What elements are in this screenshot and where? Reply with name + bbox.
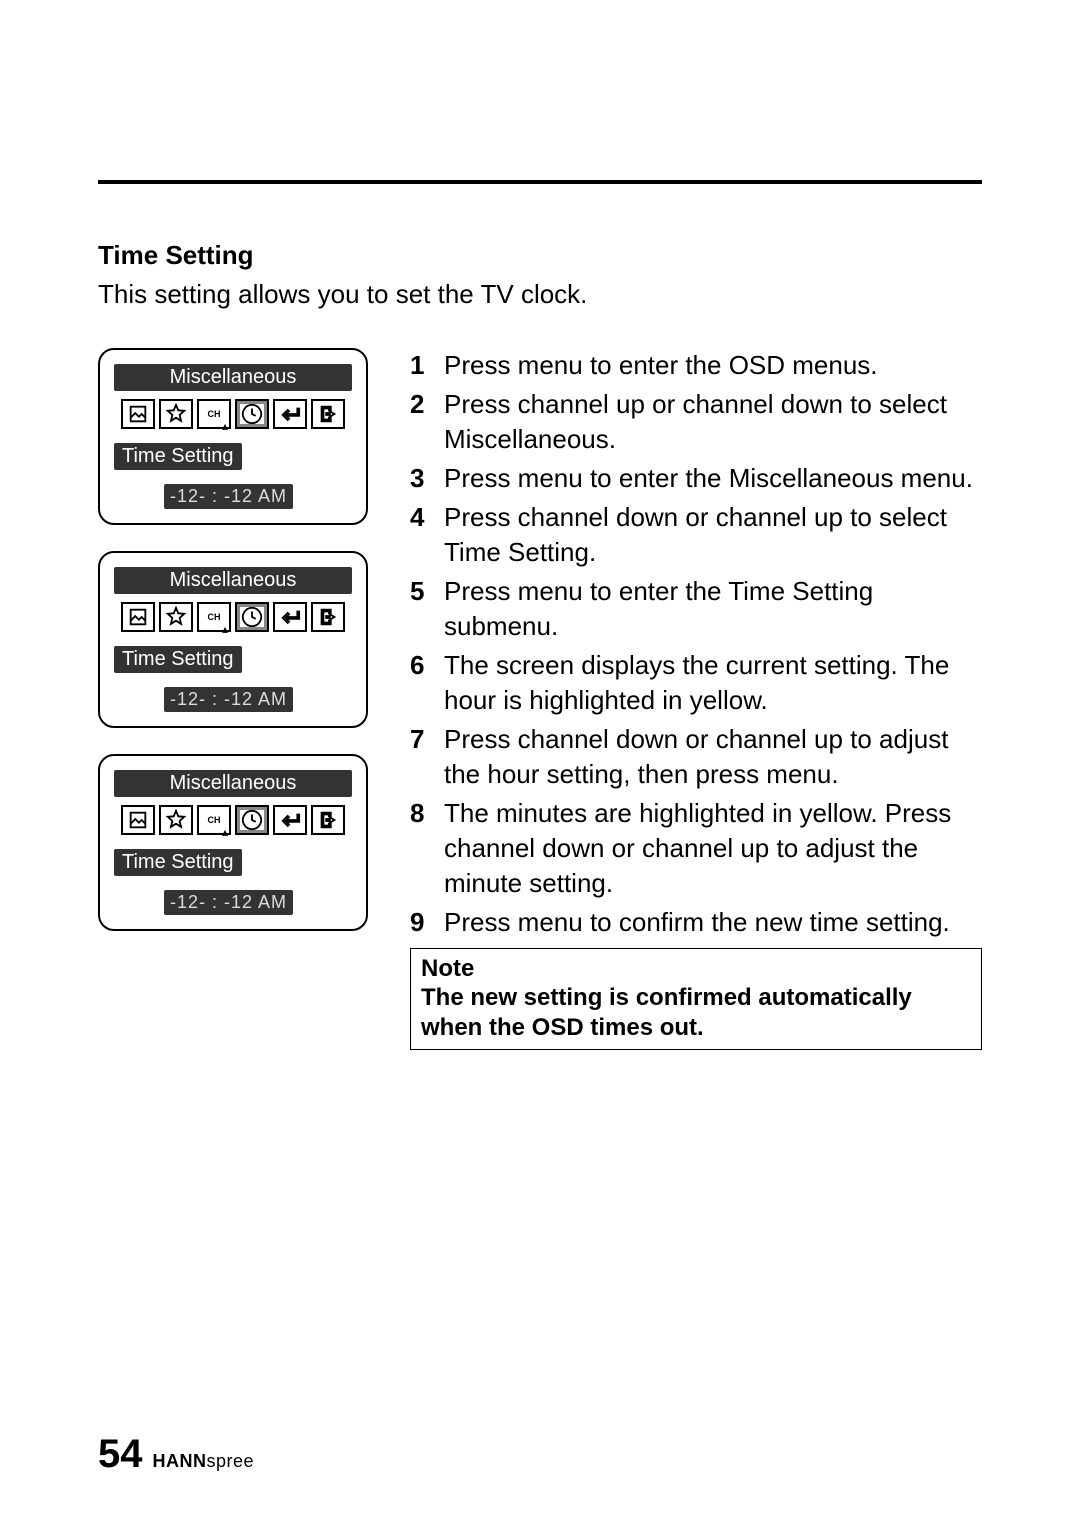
step-text: The screen displays the current setting.… (444, 648, 982, 718)
step-number: 4 (410, 500, 444, 570)
step-text: Press menu to enter the OSD menus. (444, 348, 982, 383)
caret-icon: ▴ (222, 419, 228, 433)
step-text: Press channel up or channel down to sele… (444, 387, 982, 457)
step-item: 2Press channel up or channel down to sel… (410, 387, 982, 457)
caret-icon: ▴ (222, 622, 228, 636)
step-text: Press menu to enter the Time Setting sub… (444, 574, 982, 644)
brand-bold: HANN (153, 1451, 207, 1471)
osd-title: Miscellaneous (114, 364, 352, 391)
note-text: The new setting is confirmed automatical… (421, 983, 971, 1043)
step-item: 6The screen displays the current setting… (410, 648, 982, 718)
step-number: 2 (410, 387, 444, 457)
page-number: 54 (98, 1432, 143, 1477)
step-item: 9Press menu to confirm the new time sett… (410, 905, 982, 940)
osd-item[interactable]: Time Setting (114, 849, 242, 876)
page-content: Time Setting This setting allows you to … (98, 240, 982, 1050)
step-item: 1Press menu to enter the OSD menus. (410, 348, 982, 383)
osd-tabs: CH (114, 805, 352, 835)
footer: 54 HANNspree (98, 1432, 254, 1477)
osd-item[interactable]: Time Setting (114, 443, 242, 470)
star-icon[interactable] (159, 399, 193, 429)
header-rule (98, 180, 982, 184)
osd-tabs: CH (114, 399, 352, 429)
step-number: 8 (410, 796, 444, 901)
clock-icon[interactable] (235, 399, 269, 429)
note-box: Note The new setting is confirmed automa… (410, 948, 982, 1050)
osd-item-wrap: ▴Time Setting (114, 835, 352, 876)
osd-panels: MiscellaneousCH▴Time Setting-12- : -12 A… (98, 348, 368, 931)
osd-item-wrap: ▴Time Setting (114, 632, 352, 673)
step-item: 7Press channel down or channel up to adj… (410, 722, 982, 792)
osd-tabs: CH (114, 602, 352, 632)
step-text: Press menu to enter the Miscellaneous me… (444, 461, 982, 496)
steps-list: 1Press menu to enter the OSD menus.2Pres… (410, 348, 982, 940)
step-text: Press channel down or channel up to adju… (444, 722, 982, 792)
note-label: Note (421, 955, 971, 983)
osd-title: Miscellaneous (114, 567, 352, 594)
step-item: 4Press channel down or channel up to sel… (410, 500, 982, 570)
picture-icon[interactable] (121, 805, 155, 835)
step-text: Press channel down or channel up to sele… (444, 500, 982, 570)
osd-value[interactable]: -12- : -12 AM (164, 484, 293, 509)
picture-icon[interactable] (121, 399, 155, 429)
instructions: 1Press menu to enter the OSD menus.2Pres… (410, 348, 982, 1050)
osd-panel: MiscellaneousCH▴Time Setting-12- : -12 A… (98, 754, 368, 931)
step-number: 6 (410, 648, 444, 718)
osd-panel: MiscellaneousCH▴Time Setting-12- : -12 A… (98, 348, 368, 525)
step-text: The minutes are highlighted in yellow. P… (444, 796, 982, 901)
osd-item[interactable]: Time Setting (114, 646, 242, 673)
clock-icon[interactable] (235, 602, 269, 632)
step-number: 1 (410, 348, 444, 383)
star-icon[interactable] (159, 805, 193, 835)
osd-item-wrap: ▴Time Setting (114, 429, 352, 470)
star-icon[interactable] (159, 602, 193, 632)
picture-icon[interactable] (121, 602, 155, 632)
clock-icon[interactable] (235, 805, 269, 835)
step-text: Press menu to confirm the new time setti… (444, 905, 982, 940)
step-item: 5Press menu to enter the Time Setting su… (410, 574, 982, 644)
osd-value[interactable]: -12- : -12 AM (164, 890, 293, 915)
osd-panel: MiscellaneousCH▴Time Setting-12- : -12 A… (98, 551, 368, 728)
section-heading: Time Setting (98, 240, 982, 271)
step-number: 3 (410, 461, 444, 496)
brand-rest: spree (207, 1451, 255, 1471)
step-number: 5 (410, 574, 444, 644)
exit-icon[interactable] (311, 399, 345, 429)
step-number: 9 (410, 905, 444, 940)
enter-icon[interactable] (273, 399, 307, 429)
exit-icon[interactable] (311, 602, 345, 632)
enter-icon[interactable] (273, 602, 307, 632)
step-number: 7 (410, 722, 444, 792)
step-item: 3Press menu to enter the Miscellaneous m… (410, 461, 982, 496)
brand: HANNspree (153, 1451, 255, 1472)
step-item: 8The minutes are highlighted in yellow. … (410, 796, 982, 901)
osd-title: Miscellaneous (114, 770, 352, 797)
osd-value[interactable]: -12- : -12 AM (164, 687, 293, 712)
enter-icon[interactable] (273, 805, 307, 835)
lead-text: This setting allows you to set the TV cl… (98, 279, 982, 310)
exit-icon[interactable] (311, 805, 345, 835)
caret-icon: ▴ (222, 825, 228, 839)
